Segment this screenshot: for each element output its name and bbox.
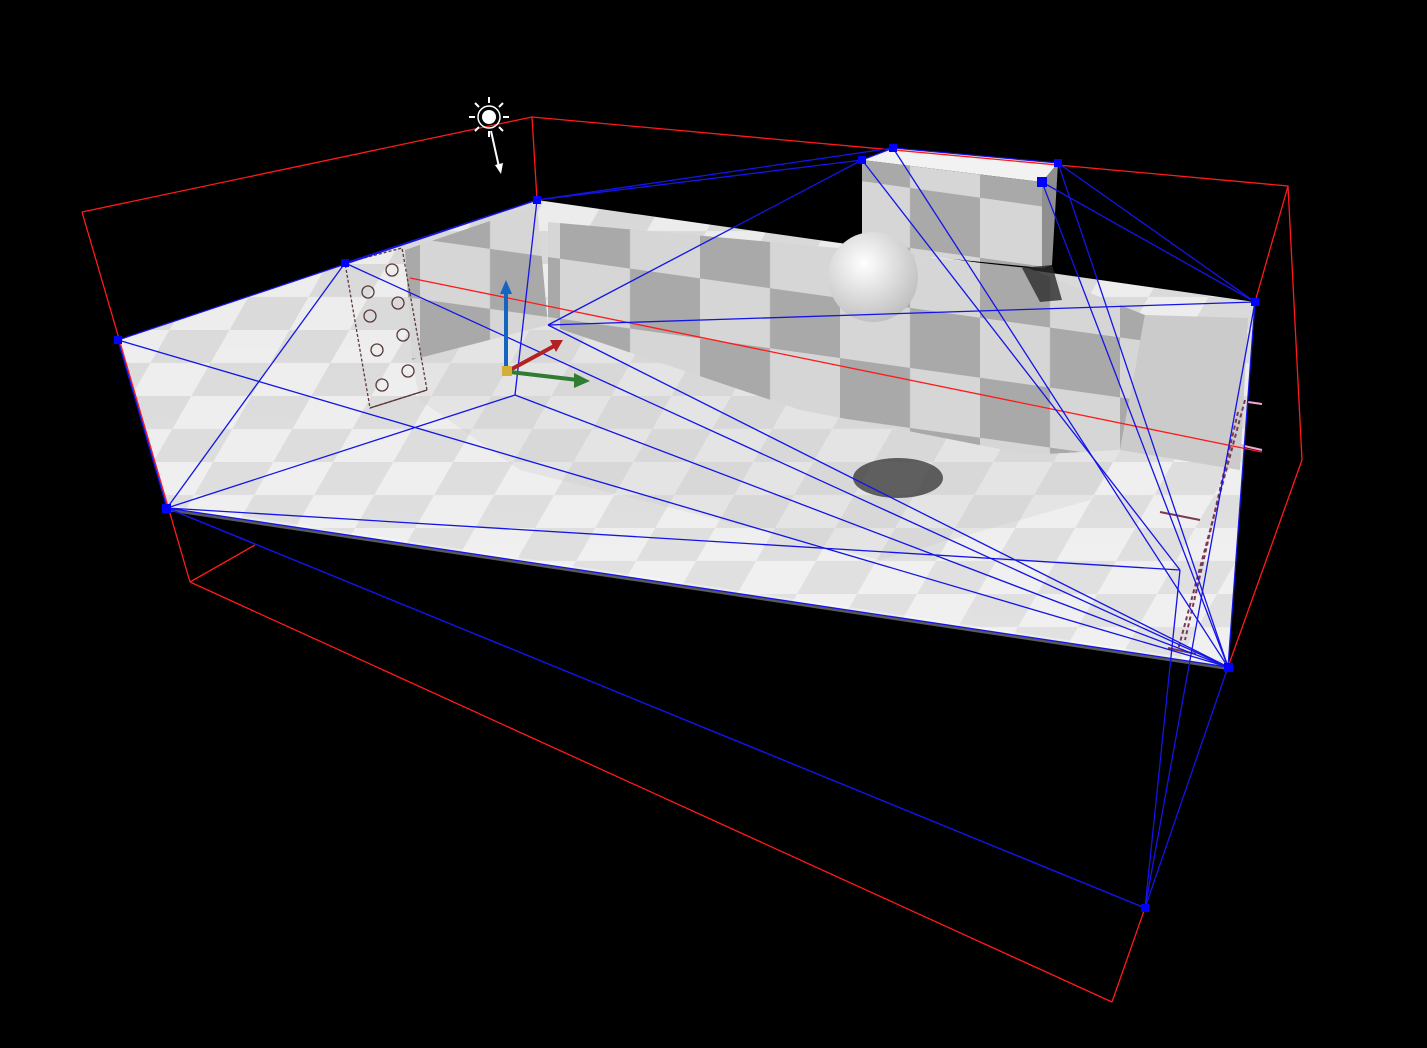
vertex-handle[interactable] (162, 504, 171, 513)
vertex-handle[interactable] (1141, 904, 1149, 912)
viewport-scene[interactable] (0, 0, 1427, 1048)
sphere-shadow (853, 458, 943, 498)
vertex-handle[interactable] (114, 336, 122, 344)
light-direction-arrow (490, 130, 500, 168)
level-geometry[interactable] (118, 148, 1255, 670)
sphere-mesh[interactable] (828, 232, 918, 322)
gizmo-center[interactable] (502, 366, 512, 376)
vertex-handle[interactable] (858, 156, 866, 164)
3d-viewport[interactable] (0, 0, 1427, 1048)
sun-icon[interactable] (469, 97, 509, 174)
vertex-handle[interactable] (533, 196, 541, 204)
vertex-handle[interactable] (889, 144, 897, 152)
vertex-handle[interactable] (1054, 159, 1062, 167)
vertex-handle[interactable] (1224, 663, 1233, 672)
vertex-handle[interactable] (1037, 177, 1047, 187)
vertex-handle[interactable] (341, 259, 349, 267)
vertex-handle[interactable] (1251, 298, 1259, 306)
